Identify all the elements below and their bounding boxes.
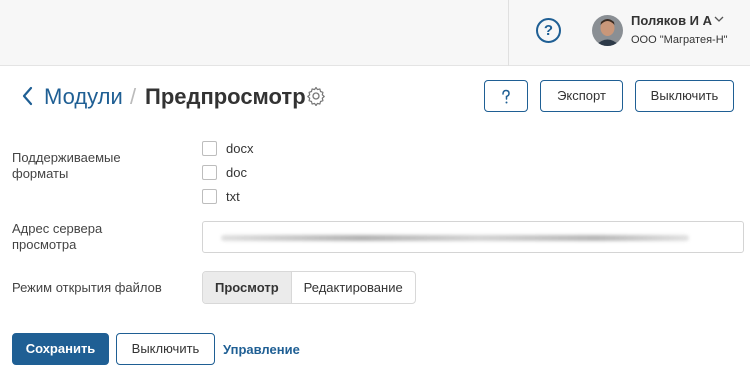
server-address-label: Адрес сервера просмотра: [12, 221, 103, 252]
avatar[interactable]: [592, 15, 623, 46]
open-mode-label: Режим открытия файлов: [12, 280, 162, 295]
disable-button[interactable]: Выключить: [635, 80, 734, 112]
txt-label: txt: [226, 188, 240, 204]
redacted-value: [221, 235, 689, 241]
format-option-doc[interactable]: doc: [202, 163, 247, 181]
breadcrumb-modules-link[interactable]: Модули: [44, 84, 123, 110]
open-mode-edit-option[interactable]: Редактирование: [292, 272, 415, 303]
docx-label: docx: [226, 140, 254, 156]
formats-label: Поддерживаемые форматы: [12, 150, 121, 181]
doc-label: doc: [226, 164, 247, 180]
disable-bottom-button[interactable]: Выключить: [116, 333, 215, 365]
help-icon[interactable]: ?: [536, 18, 561, 43]
format-option-docx[interactable]: docx: [202, 139, 253, 157]
chevron-left-icon[interactable]: [20, 85, 36, 107]
question-mark-icon: [499, 88, 513, 104]
save-button[interactable]: Сохранить: [12, 333, 109, 365]
docx-checkbox[interactable]: [202, 140, 217, 156]
breadcrumb-separator: /: [130, 84, 137, 109]
user-name[interactable]: Поляков И А: [631, 13, 712, 28]
export-button[interactable]: Экспорт: [540, 80, 623, 112]
gear-icon[interactable]: [306, 86, 326, 107]
chevron-down-icon[interactable]: [714, 14, 724, 26]
help-button[interactable]: [484, 80, 528, 112]
manage-link[interactable]: Управление: [223, 342, 300, 357]
doc-checkbox[interactable]: [202, 164, 217, 180]
open-mode-view-option[interactable]: Просмотр: [203, 272, 292, 303]
server-address-input[interactable]: [202, 221, 744, 253]
txt-checkbox[interactable]: [202, 188, 217, 204]
topbar-divider: [508, 0, 509, 66]
open-mode-segmented-control: Просмотр Редактирование: [202, 271, 416, 304]
format-option-txt[interactable]: txt: [202, 187, 240, 205]
page-title: Предпросмотр: [145, 84, 306, 109]
top-bar: ? Поляков И А ООО "Магратея-Н": [0, 0, 750, 66]
user-organization: ООО "Магратея-Н": [631, 34, 728, 46]
